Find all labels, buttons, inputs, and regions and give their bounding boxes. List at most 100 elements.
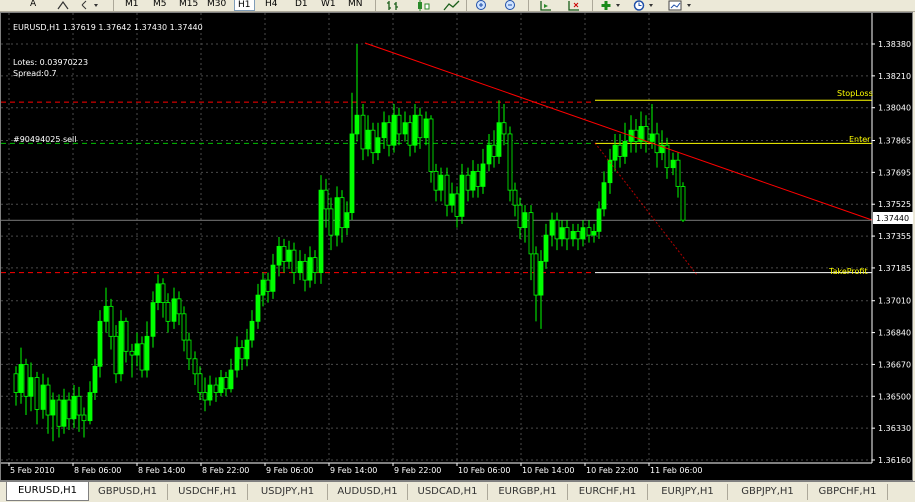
zoom-in-icon[interactable] — [474, 0, 490, 11]
tab-eurusd-h1[interactable]: EURUSD,H1 — [6, 482, 89, 501]
candle-body — [517, 204, 523, 229]
candle-body — [522, 212, 528, 229]
candle-body — [612, 144, 618, 161]
timeframe-m1[interactable]: M1 — [122, 0, 142, 10]
candle-body — [349, 133, 355, 214]
text-tool-button[interactable]: A — [27, 0, 39, 10]
tab-usdcad-h1[interactable]: USDCAD,H1 — [408, 484, 488, 500]
timeframe-m5[interactable]: M5 — [150, 0, 170, 10]
chart-canvas[interactable]: 1.38380 1.38210 1.38040 1.37865 1.37695 1.375… — [1, 13, 914, 482]
candle-body — [150, 302, 156, 337]
candle-body — [596, 208, 602, 232]
candle-body — [575, 230, 581, 240]
templates-icon[interactable] — [668, 0, 696, 11]
time-tick-label: 10 Feb 22:00 — [586, 466, 638, 475]
candle-body — [486, 144, 492, 165]
candle-body — [265, 279, 271, 292]
arrows-dropdown-icon[interactable] — [80, 0, 102, 11]
price-tick-label: 1.37695 — [878, 168, 911, 177]
candle-body — [318, 189, 324, 274]
candle-body — [249, 320, 255, 341]
indicators-icon[interactable] — [600, 0, 624, 11]
tab-usdchf-h1[interactable]: USDCHF,H1 — [168, 484, 248, 500]
timeframe-w1[interactable]: W1 — [318, 0, 339, 10]
price-tick-label: 1.37525 — [878, 200, 911, 209]
candle-body — [433, 171, 439, 191]
autoscroll-icon[interactable] — [538, 0, 554, 11]
tab-gbpchf-h1[interactable]: GBPCHF,H1 — [808, 484, 888, 500]
candle-body — [501, 122, 507, 135]
timeframe-d1[interactable]: D1 — [292, 0, 311, 10]
candle-body — [601, 182, 607, 210]
chart-shift-icon[interactable] — [566, 0, 582, 11]
time-tick-label: 9 Feb 14:00 — [330, 466, 377, 475]
candle-body — [670, 159, 676, 169]
candle-body — [344, 212, 350, 229]
bar-chart-icon[interactable] — [385, 0, 401, 11]
candle-body — [50, 399, 56, 416]
candle-body — [365, 129, 371, 150]
arrows-icon[interactable] — [56, 0, 70, 11]
price-tick-label: 1.37185 — [878, 264, 911, 273]
tab-usdjpy-h1[interactable]: USDJPY,H1 — [248, 484, 328, 500]
tab-gbpusd-h1[interactable]: GBPUSD,H1 — [88, 484, 168, 500]
candle-body — [396, 114, 402, 135]
price-tick-label: 1.38040 — [878, 104, 911, 113]
candle-body — [312, 257, 318, 274]
candle-body — [244, 339, 250, 360]
candle-body — [97, 320, 103, 367]
candle-body — [276, 245, 282, 266]
price-tick-label: 1.37865 — [878, 137, 911, 146]
periodicity-icon[interactable] — [633, 0, 657, 11]
enter-label: Enter — [849, 135, 871, 144]
candle-body — [76, 395, 82, 416]
time-tick-label: 10 Feb 06:00 — [458, 466, 510, 475]
timeframe-m15[interactable]: M15 — [176, 0, 201, 10]
candle-body — [255, 294, 261, 322]
candle-body — [223, 377, 229, 390]
candle-body — [354, 114, 360, 135]
candle-body — [103, 305, 109, 322]
candle-body — [491, 144, 497, 157]
tab-eurjpy-h1[interactable]: EURJPY,H1 — [648, 484, 728, 500]
candle-body — [586, 227, 592, 236]
candle-body — [633, 129, 639, 142]
timeframe-h1[interactable]: H1 — [234, 0, 255, 11]
tab-eurchf-h1[interactable]: EURCHF,H1 — [568, 484, 648, 500]
time-tick-label: 9 Feb 06:00 — [266, 466, 313, 475]
candle-body — [307, 257, 313, 281]
tab-gbpjpy-h1[interactable]: GBPJPY,H1 — [728, 484, 808, 500]
zoom-out-icon[interactable] — [503, 0, 519, 11]
candle-body — [155, 283, 161, 303]
line-chart-icon[interactable] — [443, 0, 461, 11]
timeframe-m30[interactable]: M30 — [204, 0, 229, 10]
price-chart[interactable]: 1.38380 1.38210 1.38040 1.37865 1.37695 1.375… — [0, 12, 913, 481]
timeframe-h4[interactable]: H4 — [262, 0, 281, 10]
candle-body — [92, 365, 98, 393]
candle-body — [549, 219, 555, 236]
tab-audusd-h1[interactable]: AUDUSD,H1 — [328, 484, 408, 500]
candle-body — [370, 129, 376, 154]
tab-eurgbp-h1[interactable]: EURGBP,H1 — [488, 484, 568, 500]
candle-body — [286, 249, 292, 262]
candle-body — [444, 174, 450, 206]
candle-body — [66, 399, 72, 420]
candle-body — [622, 141, 628, 157]
candle-body — [81, 414, 87, 422]
candle-body — [302, 260, 308, 281]
candle-body — [438, 174, 444, 191]
candle-body — [480, 163, 486, 187]
toolbar: A M1 M5 M15 M30 H1 H4 D1 W1 MN — [0, 0, 915, 12]
candle-body — [449, 193, 455, 206]
candle-body — [591, 230, 597, 236]
candle-body — [139, 343, 145, 371]
candle-body — [386, 122, 392, 146]
candle-body — [360, 114, 366, 150]
candle-body — [176, 298, 182, 315]
candle-body — [675, 159, 681, 187]
timeframe-mn[interactable]: MN — [345, 0, 366, 10]
candle-body — [144, 335, 150, 371]
candle-chart-icon[interactable] — [415, 0, 431, 11]
candle-body — [108, 305, 114, 337]
candle-body — [643, 126, 649, 142]
